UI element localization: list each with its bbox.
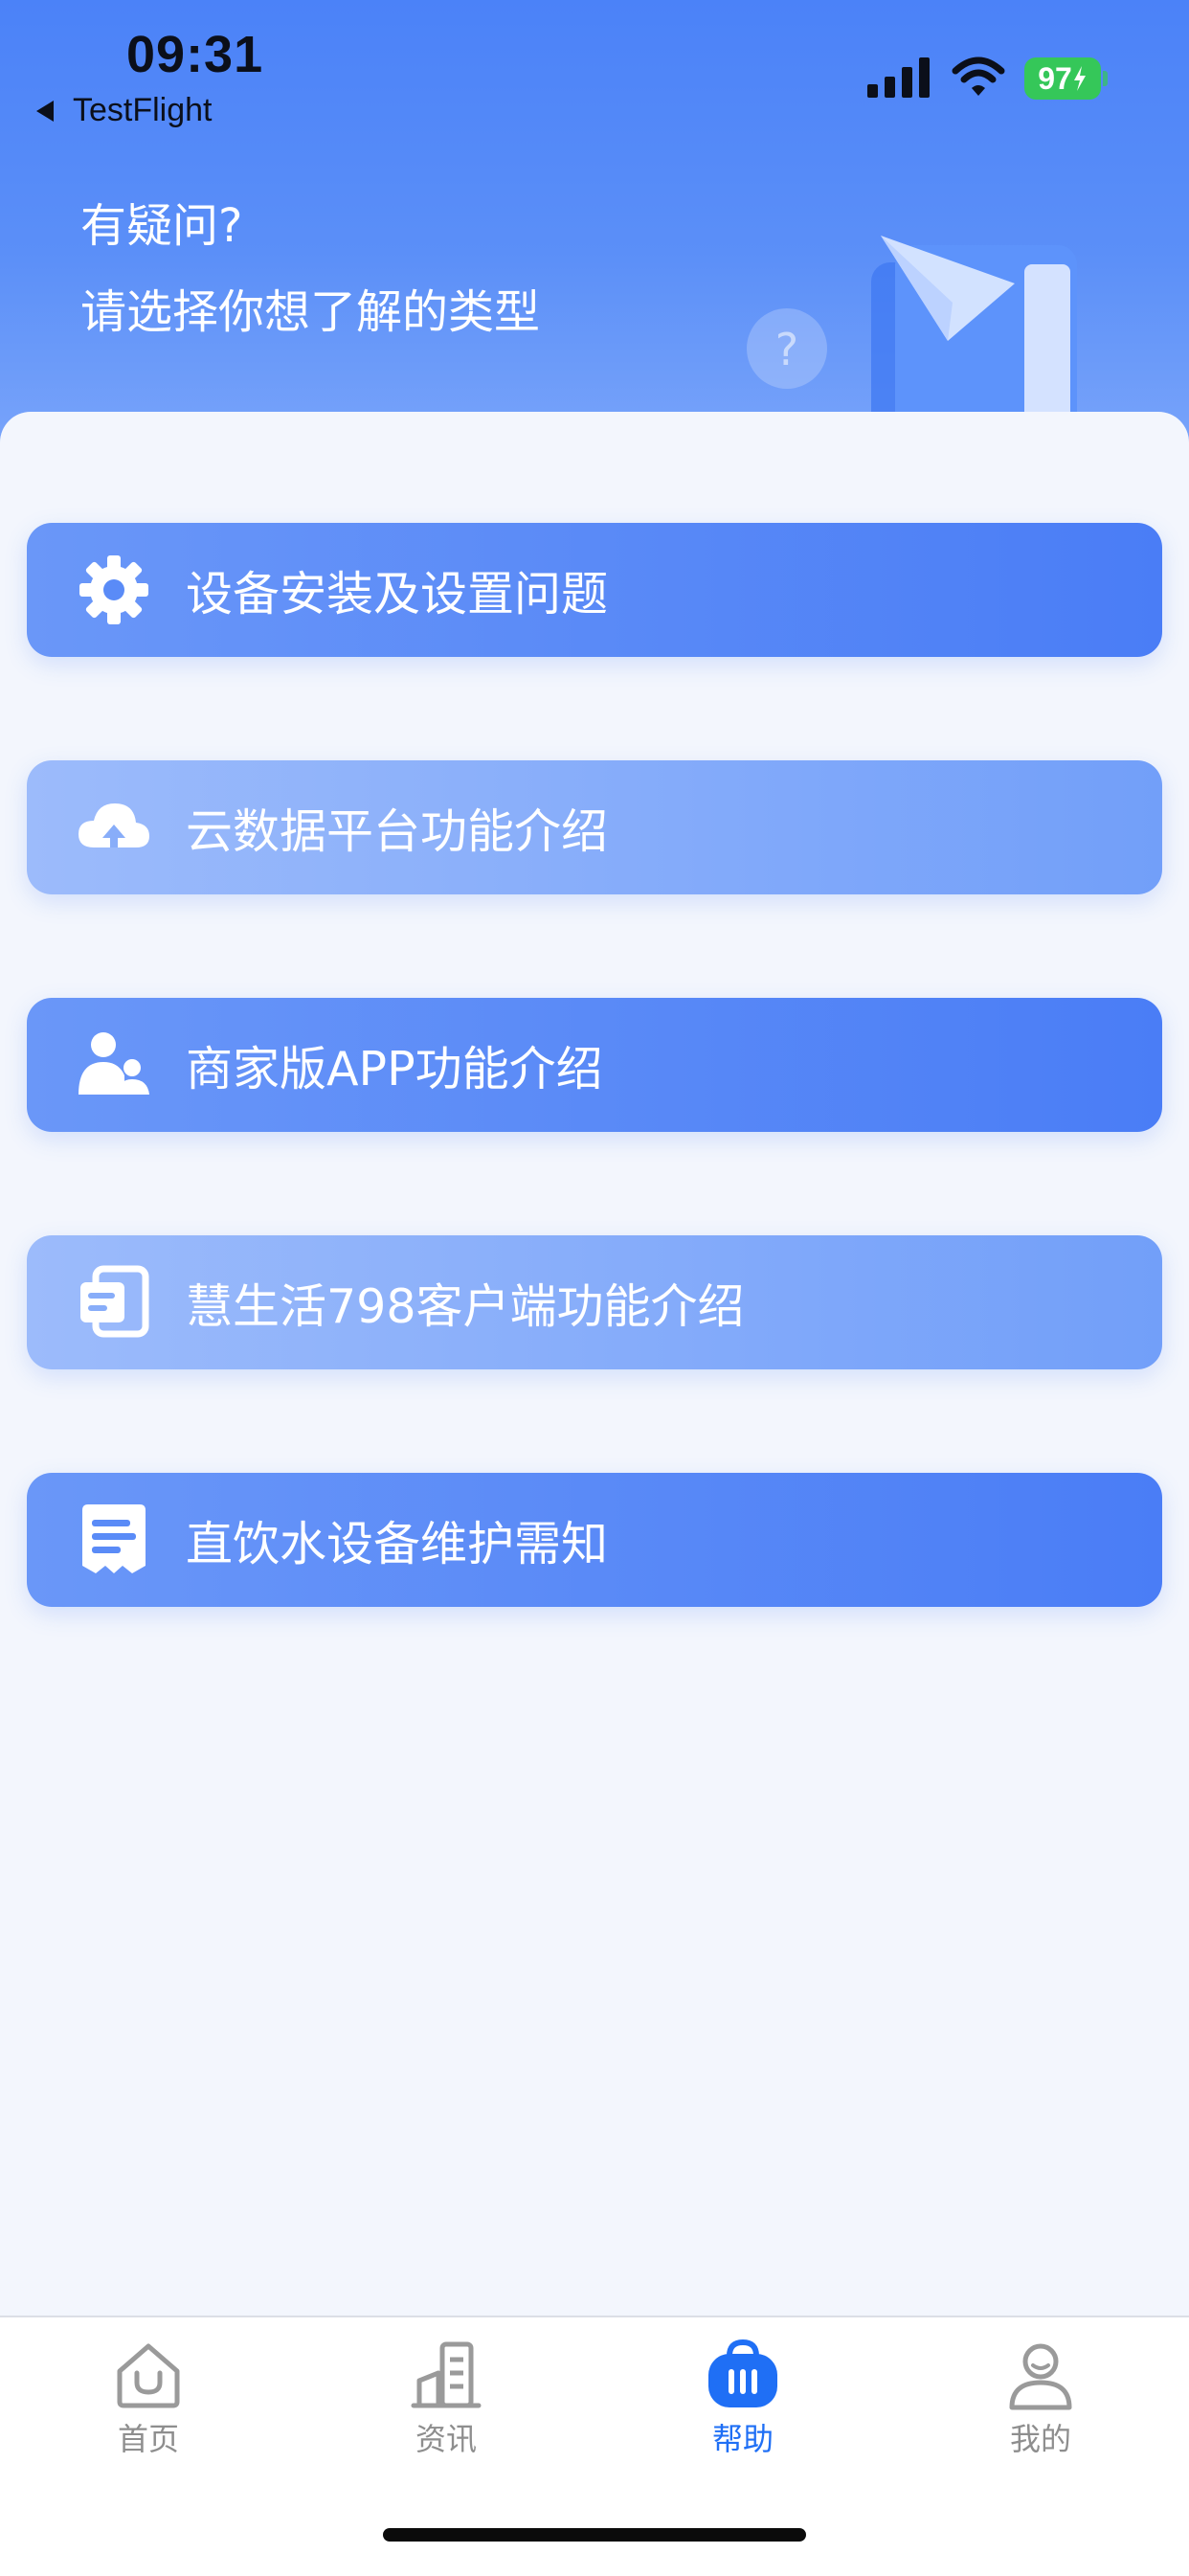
tab-news[interactable]: 资讯 <box>350 2337 542 2459</box>
menu-item-water-maintenance[interactable]: 直饮水设备维护需知 <box>27 1473 1162 1607</box>
users-icon <box>79 1032 149 1095</box>
menu-item-device-setup[interactable]: 设备安装及设置问题 <box>27 523 1162 657</box>
tab-home[interactable]: 首页 <box>53 2337 244 2459</box>
status-time: 09:31 <box>126 26 264 83</box>
header: 09:31 TestFlight 97 有疑问? 请选择你想了解的类型 ? <box>0 0 1189 460</box>
home-indicator[interactable] <box>383 2528 806 2542</box>
battery-icon: 97 <box>1024 57 1101 100</box>
menu-item-label: 慧生活798客户端功能介绍 <box>186 1278 745 1334</box>
wifi-icon <box>952 56 1005 96</box>
folder-question-illustration: ? <box>747 236 1077 427</box>
battery-level: 97 <box>1038 60 1072 96</box>
back-arrow-icon <box>36 100 54 122</box>
question-heading: 有疑问? <box>80 199 243 253</box>
menu-item-label: 设备安装及设置问题 <box>186 566 609 621</box>
home-icon <box>117 2343 180 2408</box>
tab-label: 我的 <box>1009 2421 1071 2457</box>
signal-icon <box>867 57 930 98</box>
menu-item-cloud-platform[interactable]: 云数据平台功能介绍 <box>27 760 1162 894</box>
tab-label: 首页 <box>117 2421 179 2457</box>
battery-nub <box>1103 71 1108 86</box>
menu-item-label: 直饮水设备维护需知 <box>186 1516 609 1571</box>
back-to-testflight-link[interactable]: TestFlight <box>36 92 213 129</box>
menu-item-label: 云数据平台功能介绍 <box>186 803 609 859</box>
tab-label: 帮助 <box>711 2421 774 2457</box>
tab-label: 资讯 <box>415 2421 477 2457</box>
choose-type-subheading: 请选择你想了解的类型 <box>80 285 541 339</box>
tab-help[interactable]: 帮助 <box>647 2337 839 2459</box>
help-bag-icon <box>708 2339 777 2407</box>
svg-text:?: ? <box>775 324 798 375</box>
menu-item-merchant-app[interactable]: 商家版APP功能介绍 <box>27 998 1162 1132</box>
menu-item-label: 商家版APP功能介绍 <box>186 1041 603 1096</box>
document-copy-icon <box>80 1265 149 1338</box>
note-icon <box>82 1504 146 1573</box>
back-label: TestFlight <box>73 92 213 128</box>
gear-icon <box>79 555 148 624</box>
user-icon <box>1009 2343 1072 2410</box>
tab-profile[interactable]: 我的 <box>945 2337 1136 2459</box>
charging-bolt-icon <box>1073 66 1086 91</box>
cloud-upload-icon <box>79 803 149 847</box>
news-building-icon <box>411 2341 482 2408</box>
menu-item-huishenghuo-client[interactable]: 慧生活798客户端功能介绍 <box>27 1235 1162 1369</box>
